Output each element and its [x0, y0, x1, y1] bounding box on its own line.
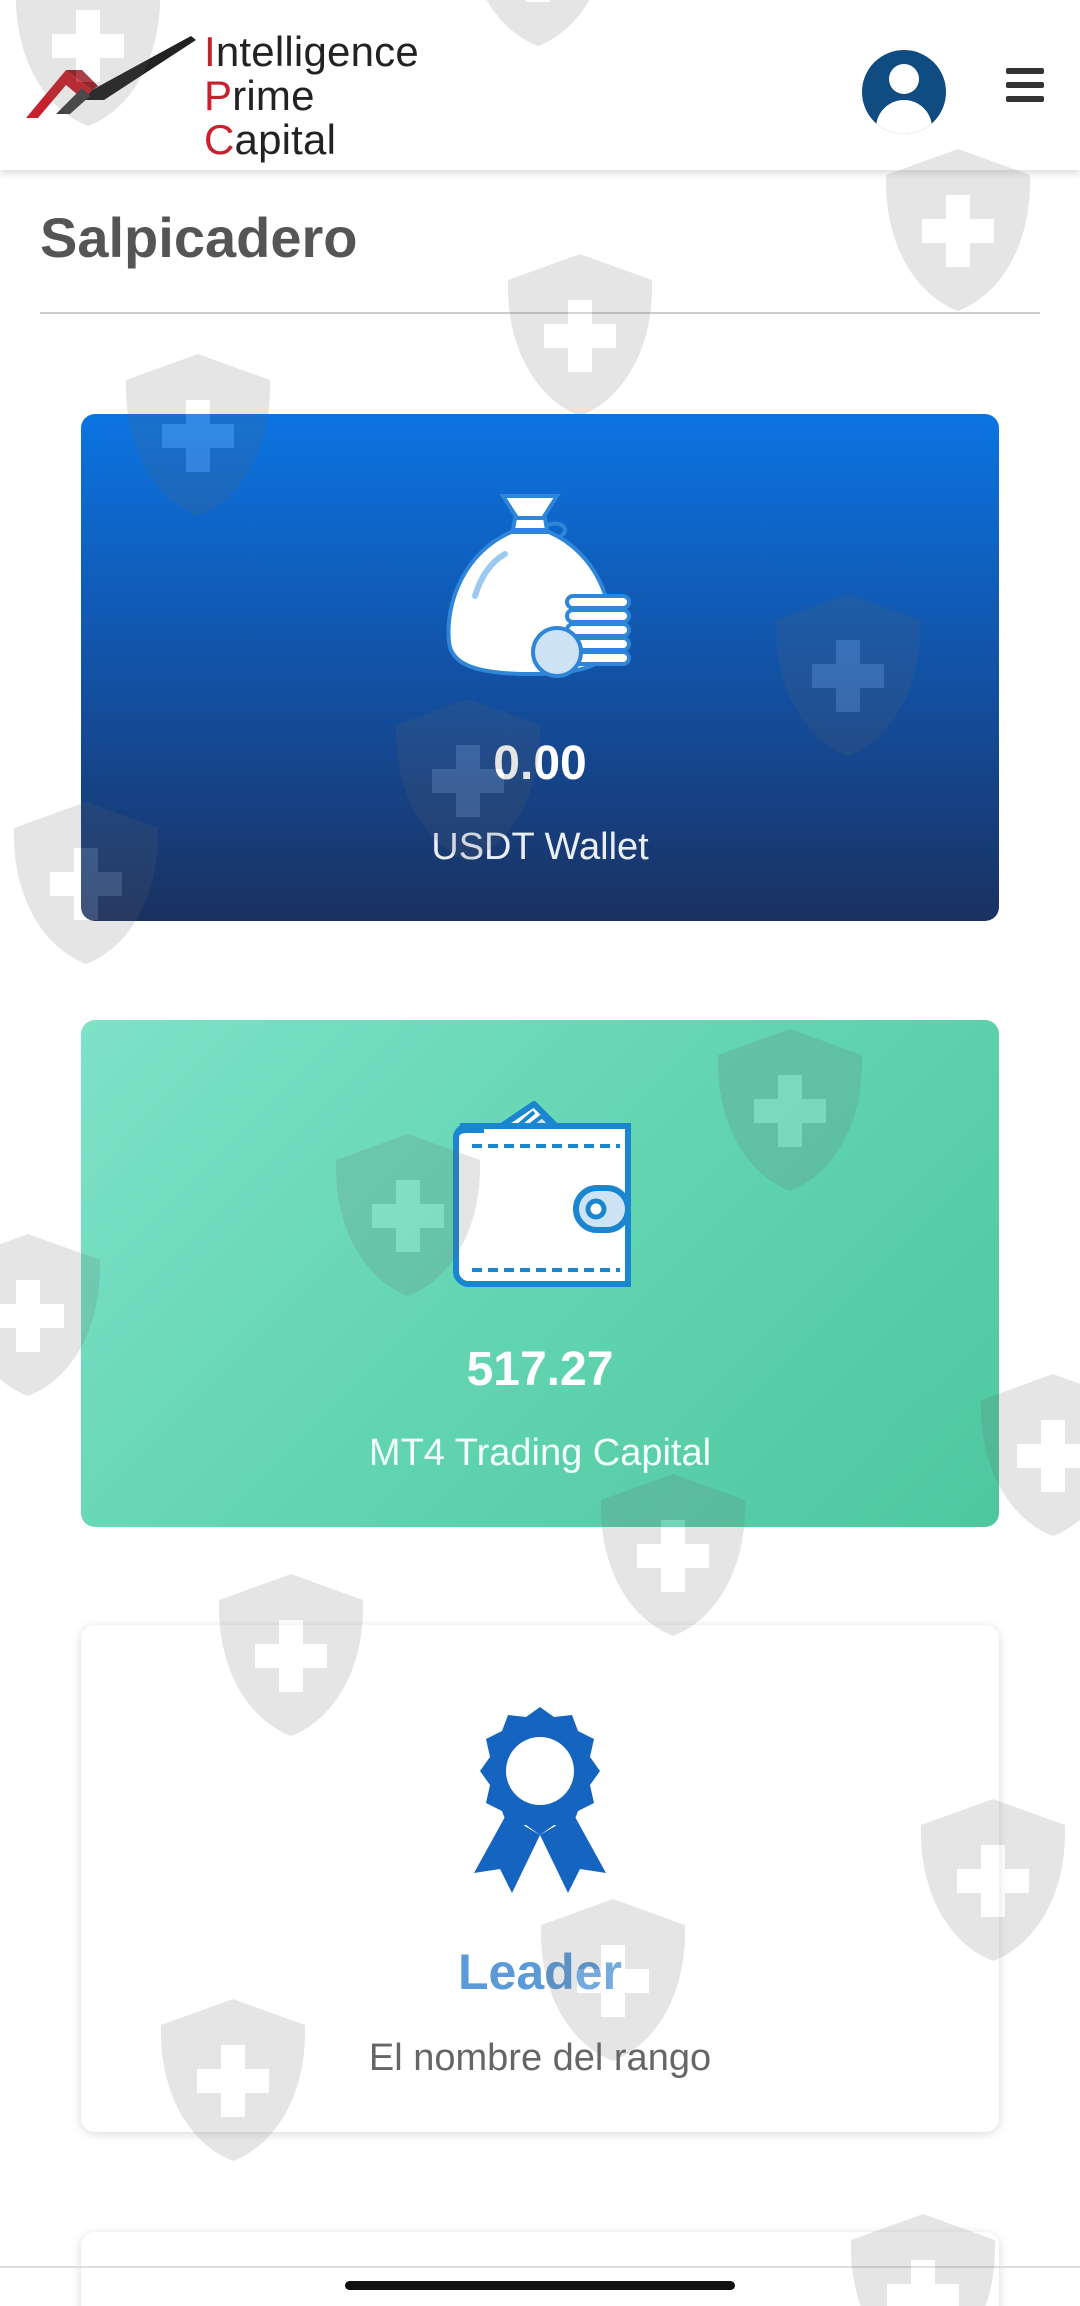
- wallet-icon: [453, 1101, 631, 1287]
- home-indicator[interactable]: [345, 2281, 735, 2290]
- award-ribbon-icon: [474, 1707, 606, 1893]
- rank-card[interactable]: Leader El nombre del rango: [81, 1625, 999, 2132]
- brand-logo[interactable]: Intelligence Prime Capital: [26, 30, 419, 162]
- logo-mark-icon: [26, 36, 196, 118]
- mt4-trading-capital-label: MT4 Trading Capital: [368, 1432, 712, 1474]
- dashboard-page: Intelligence Prime Capital Salpicadero 0…: [0, 0, 1080, 2306]
- usdt-wallet-label: USDT Wallet: [431, 826, 649, 868]
- mt4-trading-capital-card[interactable]: 517.27 MT4 Trading Capital: [81, 1020, 999, 1527]
- rank-name-label: El nombre del rango: [368, 2037, 712, 2079]
- money-bag-icon: [446, 494, 631, 678]
- user-circle-icon[interactable]: [862, 50, 946, 134]
- rank-name-value: Leader: [458, 1944, 622, 2000]
- next-card-partial[interactable]: [81, 2232, 999, 2306]
- hamburger-menu-icon[interactable]: [1006, 68, 1044, 102]
- usdt-wallet-value: 0.00: [493, 737, 587, 790]
- title-divider: [40, 312, 1040, 314]
- app-header: Intelligence Prime Capital: [0, 0, 1080, 170]
- logo-text: Intelligence Prime Capital: [204, 28, 419, 163]
- bottom-separator: [0, 2266, 1080, 2268]
- mt4-trading-capital-value: 517.27: [466, 1343, 614, 1396]
- shield-watermark-icon: [507, 254, 653, 416]
- shield-watermark-icon: [885, 149, 1031, 311]
- usdt-wallet-card[interactable]: 0.00 USDT Wallet: [81, 414, 999, 921]
- page-title: Salpicadero: [40, 206, 358, 269]
